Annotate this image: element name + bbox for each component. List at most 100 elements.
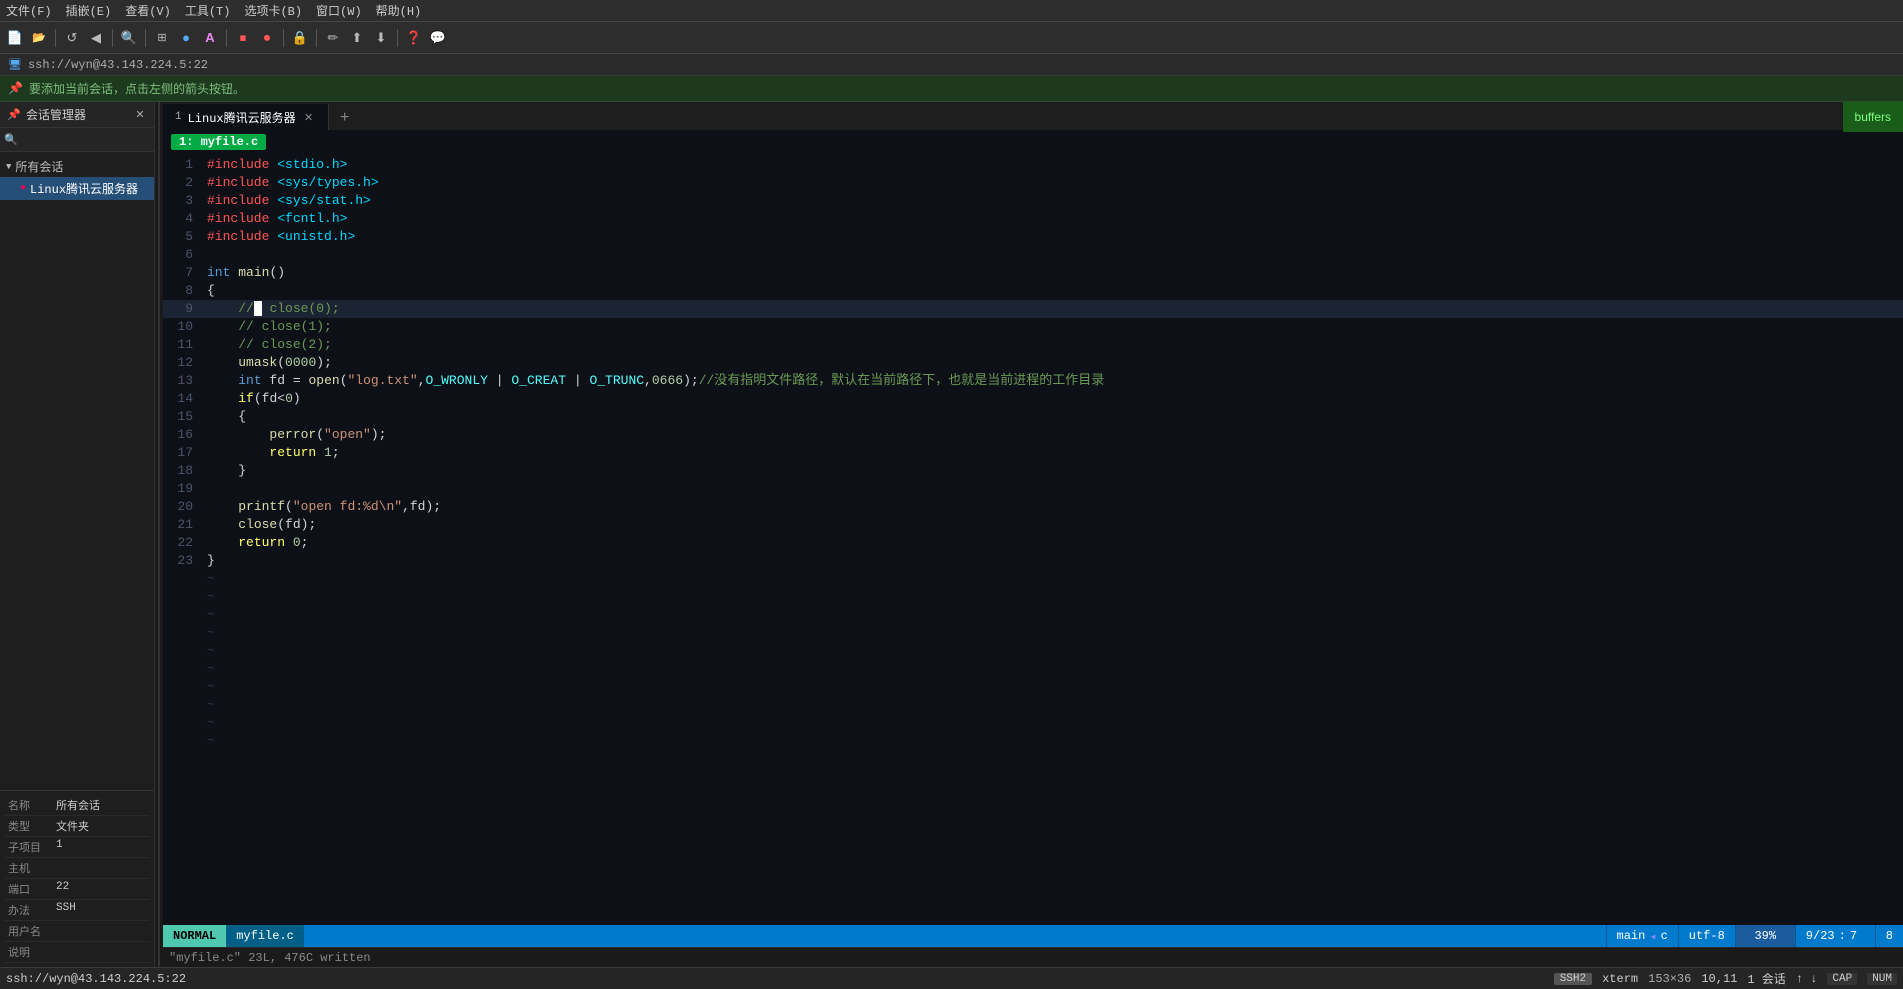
code-line-13: 13 int fd = open("log.txt",O_WRONLY | O_… (163, 372, 1903, 390)
tb-refresh[interactable]: ↺ (61, 27, 83, 49)
tree-item-linux[interactable]: ● Linux腾讯云服务器 (0, 177, 154, 200)
buffers-label: buffers (1855, 110, 1891, 124)
info-row-host: 主机 (4, 858, 150, 879)
info-label-type: 类型 (8, 818, 56, 834)
vim-extra: 8 (1875, 925, 1903, 947)
bottom-statusbar: ssh://wyn@43.143.224.5:22 SSH2 xterm 153… (0, 967, 1903, 989)
info-row-name: 名称 所有会话 (4, 795, 150, 816)
tb-download[interactable]: ⬇ (370, 27, 392, 49)
vim-statusbar: NORMAL myfile.c main ◂ c utf-8 39% (163, 925, 1903, 947)
info-line-text: "myfile.c" 23L, 476C written (169, 951, 371, 965)
tb-new[interactable]: 📄 (4, 27, 26, 49)
resize-handle[interactable] (155, 102, 163, 967)
code-line-16: 16 perror("open"); (163, 426, 1903, 444)
code-line-10: 10 // close(1); (163, 318, 1903, 336)
tb-edit[interactable]: ✏ (322, 27, 344, 49)
tab-add-btn[interactable]: + (333, 106, 357, 130)
tb-stop[interactable]: ⏹ (232, 27, 254, 49)
code-editor[interactable]: 1 #include <stdio.h> 2 #include <sys/typ… (163, 152, 1903, 925)
tb-help[interactable]: ❓ (403, 27, 425, 49)
tilde-line-10: ~ (163, 732, 1903, 750)
sidebar-pin-btn[interactable]: 📌 (6, 107, 22, 123)
server-dot-icon: ● (20, 183, 26, 194)
tb-open[interactable]: 📂 (28, 27, 50, 49)
code-line-23: 23 } (163, 552, 1903, 570)
status2-xterm: xterm (1602, 972, 1638, 986)
editor-area: 1 Linux腾讯云服务器 ✕ + buffers 1: myfile.c 1 … (163, 102, 1903, 967)
tilde-line-9: ~ (163, 714, 1903, 732)
session-tree: ▼ 所有会话 ● Linux腾讯云服务器 (0, 152, 154, 790)
code-line-3: 3 #include <sys/stat.h> (163, 192, 1903, 210)
code-scroll[interactable]: 1 #include <stdio.h> 2 #include <sys/typ… (163, 152, 1903, 925)
sidebar-search-input[interactable] (18, 133, 150, 147)
menu-tabs[interactable]: 选项卡(B) (244, 2, 302, 19)
code-line-4: 4 #include <fcntl.h> (163, 210, 1903, 228)
code-line-5: 5 #include <unistd.h> (163, 228, 1903, 246)
ssh-icon: 🖥 (8, 58, 22, 72)
code-line-18: 18 } (163, 462, 1903, 480)
vim-percent: 39% (1735, 925, 1795, 947)
ssh-address: ssh://wyn@43.143.224.5:22 (28, 58, 208, 72)
vim-function: main ◂ c (1606, 925, 1678, 947)
tb-find[interactable]: 🔍 (118, 27, 140, 49)
file-label-bar: 1: myfile.c (163, 132, 1903, 152)
status2-cap: CAP (1827, 973, 1857, 985)
vim-mode: NORMAL (163, 925, 226, 947)
tb-view[interactable]: ⊞ (151, 27, 173, 49)
code-line-14: 14 if(fd<0) (163, 390, 1903, 408)
code-line-8: 8 { (163, 282, 1903, 300)
tab-linux[interactable]: 1 Linux腾讯云服务器 ✕ (163, 104, 329, 130)
code-line-21: 21 close(fd); (163, 516, 1903, 534)
vim-right-status: main ◂ c utf-8 39% 9/23 : 7 8 (1606, 925, 1903, 947)
menubar: 文件(F) 插嵌(E) 查看(V) 工具(T) 选项卡(B) 窗口(W) 帮助(… (0, 0, 1903, 22)
tb-back[interactable]: ◀ (85, 27, 107, 49)
info-label-user: 用户名 (8, 923, 56, 939)
tree-group-all[interactable]: ▼ 所有会话 (0, 156, 154, 177)
tb-upload[interactable]: ⬆ (346, 27, 368, 49)
sidebar: 📌 会话管理器 ✕ 🔍 ▼ 所有会话 ● Linux腾讯云服务器 名称 所有会话 (0, 102, 155, 967)
tb-record[interactable]: ⏺ (256, 27, 278, 49)
menu-help[interactable]: 帮助(H) (376, 2, 422, 19)
search-icon: 🔍 (4, 133, 18, 147)
tree-item-label: Linux腾讯云服务器 (30, 180, 138, 197)
info-value-name: 所有会话 (56, 797, 100, 813)
info-label-name: 名称 (8, 797, 56, 813)
code-line-15: 15 { (163, 408, 1903, 426)
info-label-desc: 说明 (8, 944, 56, 960)
vim-file: myfile.c (226, 925, 304, 947)
status2-pos: 10,11 (1701, 972, 1737, 986)
code-line-7: 7 int main() (163, 264, 1903, 282)
code-line-11: 11 // close(2); (163, 336, 1903, 354)
code-line-12: 12 umask(0000); (163, 354, 1903, 372)
tab-label: Linux腾讯云服务器 (188, 109, 296, 126)
menu-window[interactable]: 窗口(W) (316, 2, 362, 19)
tb-font[interactable]: A (199, 27, 221, 49)
status2-size: 153×36 (1648, 972, 1691, 986)
tb-chat[interactable]: 💬 (427, 27, 449, 49)
expand-icon: ▼ (6, 162, 11, 172)
vim-encoding: utf-8 (1678, 925, 1735, 947)
menu-tools[interactable]: 工具(T) (185, 2, 231, 19)
tilde-line-5: ~ (163, 642, 1903, 660)
menu-file[interactable]: 文件(F) (6, 2, 52, 19)
session-banner: 📌 要添加当前会话，点击左侧的箭头按钮。 (0, 76, 1903, 102)
info-label-port: 端口 (8, 881, 56, 897)
info-value-count: 1 (56, 839, 63, 855)
code-line-17: 17 return 1; (163, 444, 1903, 462)
tb-lock[interactable]: 🔒 (289, 27, 311, 49)
tilde-line-7: ~ (163, 678, 1903, 696)
tb-globe[interactable]: ● (175, 27, 197, 49)
code-line-22: 22 return 0; (163, 534, 1903, 552)
status2-sessions: 1 会话 (1747, 970, 1785, 987)
status2-left: ssh://wyn@43.143.224.5:22 (6, 972, 186, 986)
info-row-method: 办法 SSH (4, 900, 150, 921)
menu-view[interactable]: 查看(V) (125, 2, 171, 19)
code-line-1: 1 #include <stdio.h> (163, 156, 1903, 174)
file-tab-label: 1: myfile.c (171, 134, 266, 150)
menu-edit[interactable]: 插嵌(E) (66, 2, 112, 19)
buffers-btn[interactable]: buffers (1843, 102, 1903, 132)
tab-close-btn[interactable]: ✕ (302, 110, 316, 124)
sidebar-close-btn[interactable]: ✕ (132, 107, 148, 123)
code-line-20: 20 printf("open fd:%d\n",fd); (163, 498, 1903, 516)
tilde-line-2: ~ (163, 588, 1903, 606)
